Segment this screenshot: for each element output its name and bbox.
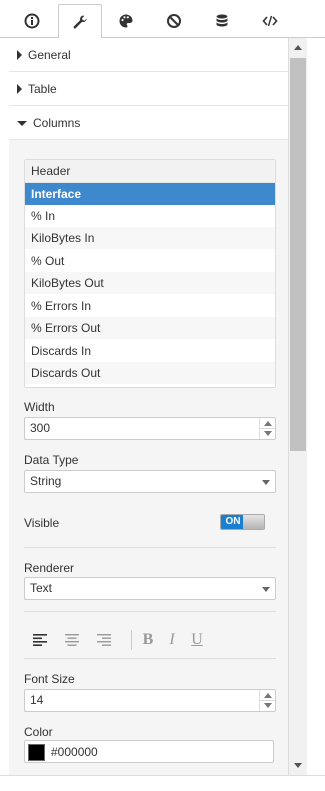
column-item-pct-in[interactable]: % In (25, 205, 275, 227)
underline-button[interactable]: U (189, 631, 205, 648)
font-size-label: Font Size (24, 672, 75, 686)
font-size-input[interactable]: 14 (24, 689, 276, 712)
vertical-scrollbar[interactable] (288, 38, 307, 775)
tab-style[interactable] (104, 4, 148, 38)
chevron-down-icon (262, 587, 270, 592)
code-icon (262, 15, 278, 27)
columns-content: Header Interface % In KiloBytes In % Out… (9, 140, 288, 775)
visible-toggle[interactable]: ON (220, 514, 265, 530)
section-general[interactable]: General (9, 38, 288, 72)
scroll-up-icon[interactable] (294, 45, 302, 50)
database-icon (216, 14, 228, 27)
column-item-discards-in[interactable]: Discards In (25, 340, 275, 362)
tab-info[interactable] (10, 4, 54, 38)
caret-right-icon (17, 83, 22, 94)
section-columns[interactable]: Columns (9, 106, 288, 140)
divider (24, 611, 276, 612)
column-item-pct-errors-in[interactable]: % Errors In (25, 295, 275, 317)
column-item-interface[interactable]: Interface (25, 183, 275, 205)
data-type-select[interactable]: String (24, 470, 276, 493)
color-label: Color (24, 725, 53, 739)
align-center-icon (65, 634, 79, 646)
data-type-label: Data Type (24, 453, 79, 467)
color-swatch[interactable] (28, 744, 45, 761)
chevron-down-icon (262, 480, 270, 485)
width-stepper[interactable] (259, 418, 275, 439)
section-table[interactable]: Table (9, 72, 288, 106)
width-value: 300 (30, 421, 51, 435)
font-size-stepper[interactable] (259, 690, 275, 711)
scrollbar-thumb[interactable] (290, 58, 306, 451)
divider (24, 658, 276, 659)
renderer-select[interactable]: Text (24, 577, 276, 600)
columns-list-header: Header (25, 160, 275, 183)
font-size-value: 14 (30, 693, 44, 707)
scroll-down-icon[interactable] (294, 763, 302, 768)
info-icon (24, 13, 40, 29)
align-left-button[interactable] (32, 632, 48, 648)
column-item-discards-out[interactable]: Discards Out (25, 362, 275, 384)
bold-button[interactable]: B (140, 631, 156, 648)
caret-right-icon (17, 49, 22, 60)
section-table-label: Table (28, 81, 57, 96)
italic-button[interactable]: I (164, 631, 180, 648)
stepper-up-icon[interactable] (264, 421, 272, 426)
toggle-on-label: ON (221, 515, 245, 529)
column-item-kilobytes-out[interactable]: KiloBytes Out (25, 272, 275, 294)
data-type-value: String (30, 474, 62, 488)
stepper-down-icon[interactable] (264, 431, 272, 436)
section-columns-label: Columns (33, 115, 81, 130)
toolbar-separator (131, 630, 132, 650)
column-item-pct-out[interactable]: % Out (25, 250, 275, 272)
palette-icon (119, 14, 133, 28)
color-picker[interactable]: #000000 (24, 740, 274, 763)
panel-footer-edge (0, 775, 325, 791)
stepper-up-icon[interactable] (264, 693, 272, 698)
width-input[interactable]: 300 (24, 417, 276, 440)
section-general-label: General (28, 47, 71, 62)
align-center-button[interactable] (64, 632, 80, 648)
align-right-icon (97, 634, 111, 646)
caret-down-icon (17, 120, 27, 126)
tab-data[interactable] (200, 4, 244, 38)
divider (24, 547, 276, 548)
renderer-value: Text (30, 581, 53, 595)
tab-rules[interactable] (152, 4, 196, 38)
stepper-down-icon[interactable] (264, 703, 272, 708)
width-label: Width (24, 400, 55, 414)
columns-listbox[interactable]: Header Interface % In KiloBytes In % Out… (24, 159, 276, 388)
renderer-label: Renderer (24, 561, 75, 575)
tab-settings[interactable] (58, 4, 102, 39)
settings-panel: General Table Columns Header Interface %… (9, 38, 288, 775)
tab-bar (0, 0, 325, 39)
wrench-icon (73, 15, 87, 29)
visible-label: Visible (24, 516, 60, 530)
align-right-button[interactable] (96, 632, 112, 648)
color-value: #000000 (51, 745, 98, 759)
align-left-icon (33, 634, 47, 646)
column-item-pct-errors-out[interactable]: % Errors Out (25, 317, 275, 339)
column-item-kilobytes-in[interactable]: KiloBytes In (25, 227, 275, 249)
toggle-knob (243, 515, 264, 529)
tab-code[interactable] (248, 4, 292, 38)
ban-icon (167, 14, 181, 28)
